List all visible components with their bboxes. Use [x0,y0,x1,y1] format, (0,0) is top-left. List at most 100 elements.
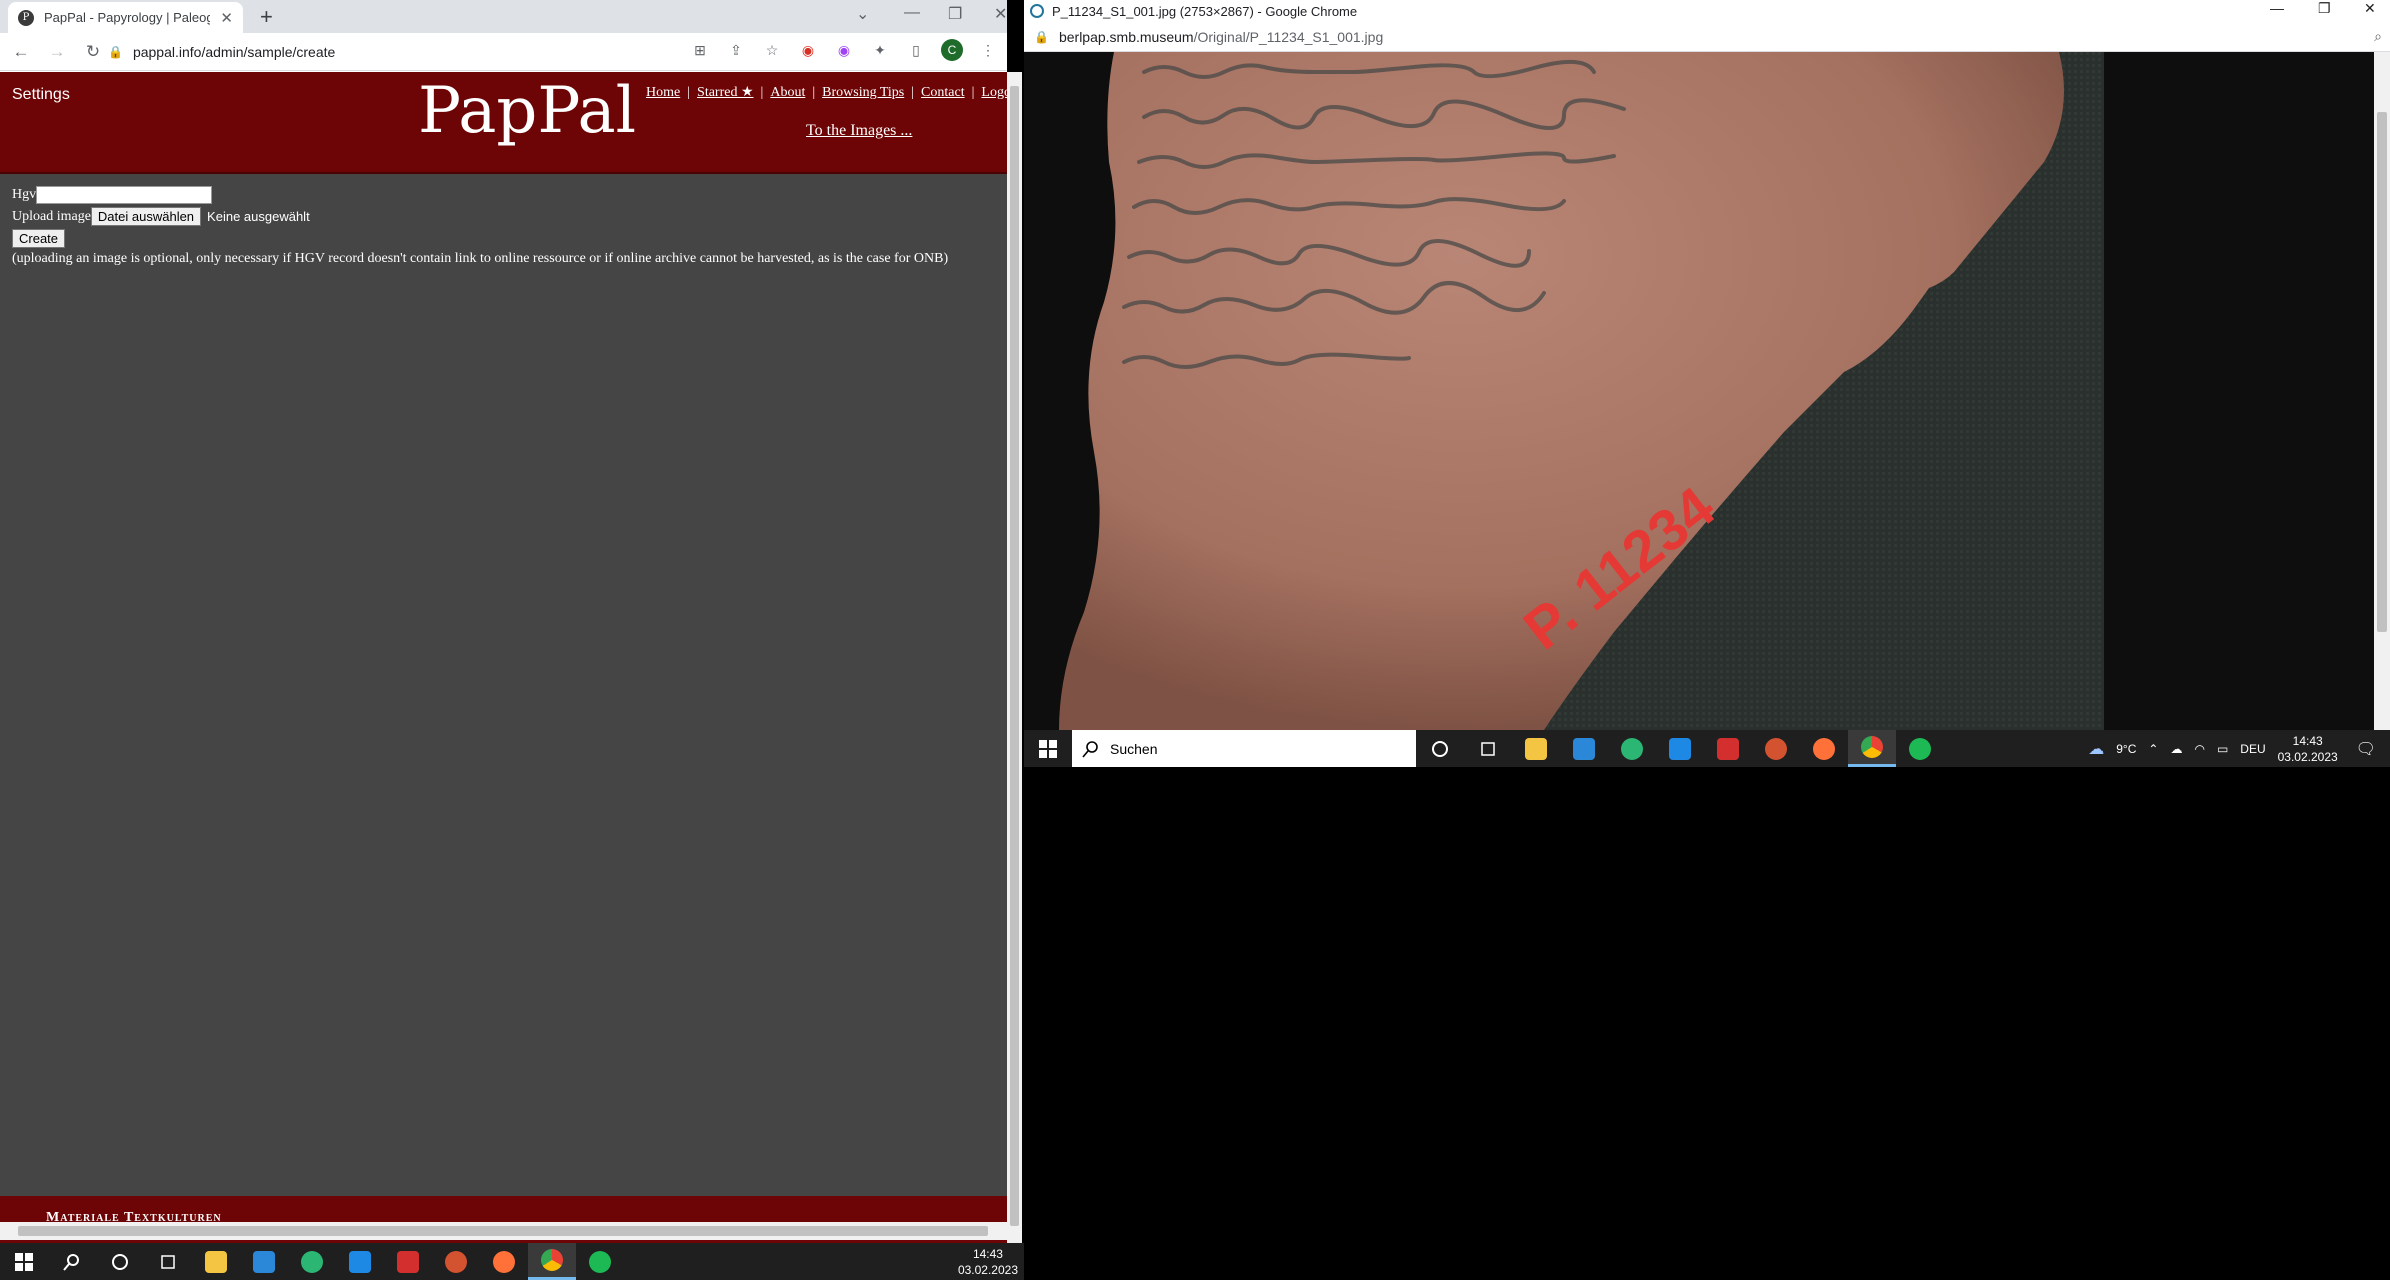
file-status: Keine ausgewählt [207,209,310,224]
translate-icon[interactable]: ⊞ [689,39,711,61]
choose-file-button[interactable]: Datei auswählen [90,207,202,226]
right-address-bar[interactable]: 🔒 berlpap.smb.museum/Original/P_11234_S1… [1024,22,2390,52]
right-task-view-icon[interactable] [1464,730,1512,767]
nav-contact[interactable]: Contact [921,85,965,100]
hgv-input[interactable] [36,186,213,204]
left-clock-time: 14:43 [972,1246,1003,1261]
right-clock[interactable]: 14:43 03.02.2023 [2278,733,2338,765]
notification-icon[interactable]: 🗨 [2356,739,2376,759]
nav-about[interactable]: About [770,85,805,100]
wifi-icon[interactable]: ◠ [2194,742,2204,756]
nav-logout[interactable]: Logou [981,85,1007,100]
image-viewer[interactable]: P. 11234 [1024,52,2390,730]
lock-icon: 🔒 [108,45,123,59]
pappal-logo[interactable]: PapPal [418,74,636,148]
zoom-icon[interactable]: ⌕ [2374,28,2382,45]
nav-starred[interactable]: Starred ★ [697,85,753,100]
right-mail-icon[interactable] [1656,730,1704,767]
tab-title: PapPal - Papyrology | Paleograph [44,10,211,25]
spotify-icon[interactable] [576,1243,624,1280]
horizontal-scrollbar[interactable] [0,1222,1007,1240]
nav-home[interactable]: Home [646,85,680,100]
weather-cloud-icon[interactable]: ☁ [2088,739,2104,759]
right-store-icon[interactable] [1560,730,1608,767]
store-icon[interactable] [240,1243,288,1280]
file-explorer-icon[interactable] [192,1243,240,1280]
right-spotify-icon[interactable] [1896,730,1944,767]
mail-icon[interactable] [336,1243,384,1280]
left-clock-date: 03.02.2023 [957,1262,1018,1277]
tab-pappal[interactable]: P PapPal - Papyrology | Paleograph ✕ [8,2,243,33]
bookmark-star-icon[interactable]: ☆ [761,39,783,61]
upload-image-label: Upload image [12,208,91,224]
powerpoint-icon[interactable] [432,1243,480,1280]
close-window-icon[interactable]: ✕ [994,4,1007,24]
side-panel-icon[interactable]: ▯ [905,39,927,61]
firefox-icon[interactable] [480,1243,528,1280]
start-icon[interactable] [0,1243,48,1280]
search-icon[interactable] [48,1243,96,1280]
extension-purple-icon[interactable]: ◉ [833,39,855,61]
right-lock-icon: 🔒 [1034,29,1049,44]
back-icon[interactable]: ← [6,42,36,62]
left-vertical-scrollbar[interactable] [1007,72,1022,1243]
menu-dots-icon[interactable]: ⋮ [977,39,999,61]
note-row: (uploading an image is optional, only ne… [12,251,948,267]
right-url-host[interactable]: berlpap.smb.museum [1059,29,1194,45]
left-clock[interactable]: 14:43 03.02.2023 [958,1246,1018,1278]
tray-chevron-icon[interactable]: ⌃ [2148,742,2158,756]
right-firefox-icon[interactable] [1800,730,1848,767]
chrome-icon[interactable] [528,1243,576,1280]
right-title-bar: P_11234_S1_001.jpg (2753×2867) - Google … [1024,0,2390,22]
tab-search-chevron-icon[interactable]: ⌄ [856,4,869,24]
taskbar-search-placeholder: Suchen [1110,740,1158,757]
right-restore-icon[interactable]: ❐ [2318,0,2331,17]
wordpress-favicon-icon [1030,4,1044,18]
right-browser-window: P_11234_S1_001.jpg (2753×2867) - Google … [1024,0,2390,730]
profile-avatar[interactable]: C [941,39,963,61]
to-the-images-link[interactable]: To the Images ... [806,122,912,140]
right-vertical-scroll-thumb[interactable] [2377,112,2387,632]
right-edge-icon[interactable] [1608,730,1656,767]
right-cortana-icon[interactable] [1416,730,1464,767]
right-acrobat-icon[interactable] [1704,730,1752,767]
right-url-path[interactable]: /Original/P_11234_S1_001.jpg [1194,29,1384,45]
right-chrome-icon[interactable] [1848,730,1896,767]
right-clock-date: 03.02.2023 [2277,749,2338,764]
weather-temp[interactable]: 9°C [2116,742,2136,756]
extension-red-icon[interactable]: ◉ [797,39,819,61]
share-icon[interactable]: ⇪ [725,39,747,61]
cortana-icon[interactable] [96,1243,144,1280]
language-indicator[interactable]: DEU [2240,742,2265,756]
right-close-icon[interactable]: ✕ [2364,0,2376,17]
settings-link[interactable]: Settings [12,86,70,104]
reload-icon[interactable]: ↻ [78,42,108,62]
left-vertical-scroll-thumb[interactable] [1010,86,1019,1226]
extensions-puzzle-icon[interactable]: ✦ [869,39,891,61]
right-start-icon[interactable] [1024,730,1072,767]
right-file-explorer-icon[interactable] [1512,730,1560,767]
edge-icon[interactable] [288,1243,336,1280]
minimize-icon[interactable]: — [904,4,920,22]
tab-close-icon[interactable]: ✕ [220,9,233,27]
top-nav: Home | Starred ★ | About | Browsing Tips | Conta… [646,84,1007,101]
onedrive-icon[interactable]: ☁ [2170,742,2182,756]
nav-browsing-tips[interactable]: Browsing Tips [822,85,904,100]
left-tab-strip: P PapPal - Papyrology | Paleograph ✕ + ⌄… [0,0,1007,33]
acrobat-icon[interactable] [384,1243,432,1280]
right-minimize-icon[interactable]: — [2270,0,2284,16]
taskbar-search-box[interactable]: Suchen [1072,730,1416,767]
new-tab-icon[interactable]: + [260,4,273,30]
ostracon-image: P. 11234 [1024,52,2390,730]
forward-icon[interactable]: → [42,42,72,62]
left-toolbar: ← → ↻ 🔒 pappal.info/admin/sample/create … [0,33,1007,71]
horizontal-scroll-thumb[interactable] [18,1226,988,1236]
restore-icon[interactable]: ❐ [948,4,962,24]
address-url[interactable]: pappal.info/admin/sample/create [133,44,335,60]
create-button[interactable]: Create [12,229,66,248]
right-vertical-scrollbar[interactable] [2374,52,2390,730]
battery-icon[interactable]: ▭ [2217,742,2228,756]
task-view-icon[interactable] [144,1243,192,1280]
right-powerpoint-icon[interactable] [1752,730,1800,767]
right-window-title: P_11234_S1_001.jpg (2753×2867) - Google … [1052,3,1358,19]
